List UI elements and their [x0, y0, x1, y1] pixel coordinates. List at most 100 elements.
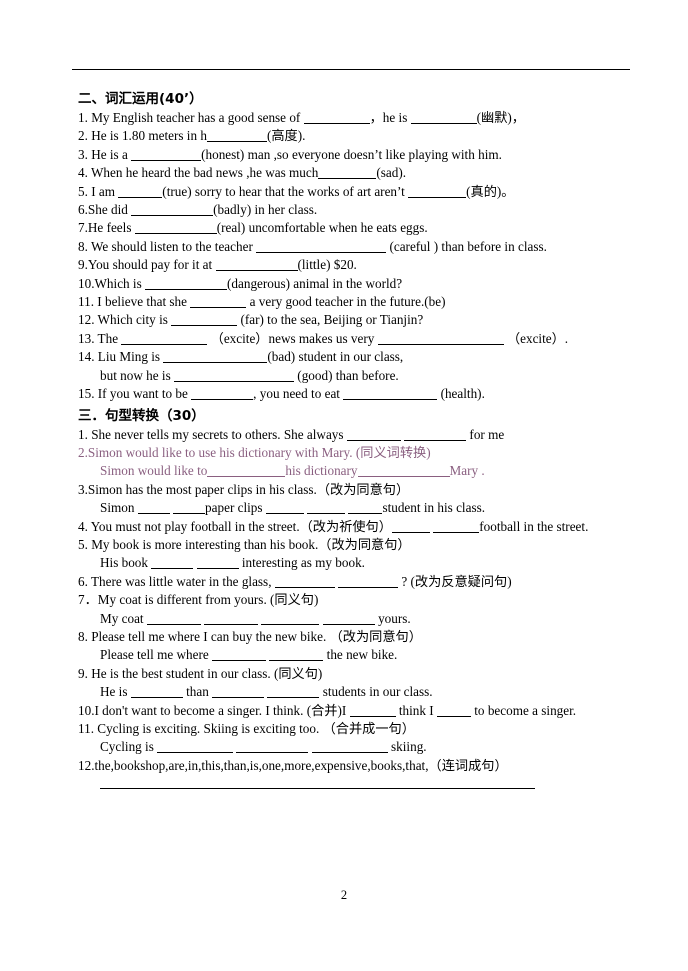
answer-blank[interactable] [131, 148, 202, 161]
question-line-s6: 6. There was little water in the glass, … [78, 573, 638, 591]
question-text: 5. I am [78, 183, 119, 199]
question-text: (honest) man ,so everyone doesn’t like p… [201, 146, 502, 162]
section-vocabulary: 二、词汇运用(40’） 1. My English teacher has a g… [78, 90, 638, 404]
question-text: for me [466, 426, 505, 442]
answer-blank[interactable] [174, 369, 294, 382]
answer-blank[interactable] [173, 501, 206, 515]
question-text: 14. Liu Ming is [78, 349, 164, 365]
answer-blank[interactable] [196, 556, 239, 570]
question-text: (careful ) than before in class. [386, 238, 547, 254]
question-text: (badly) in her class. [213, 202, 318, 218]
answer-blank[interactable] [212, 685, 265, 699]
question-text: yours. [374, 610, 411, 626]
question-line-s10: 10.I don't want to become a singer. I th… [78, 702, 638, 720]
question-text: 12. Which city is [78, 312, 172, 328]
question-line-v3: 3. He is a (honest) man ,so everyone doe… [78, 146, 638, 164]
question-line-s3b: Simon paper clips student in his class. [78, 499, 638, 517]
answer-blank[interactable] [343, 387, 438, 401]
question-text: skiing. [387, 739, 427, 755]
answer-blank[interactable] [121, 332, 208, 345]
question-line-s8: 8. Please tell me where I can buy the ne… [78, 628, 638, 646]
answer-blank[interactable] [118, 185, 163, 198]
answer-blank[interactable] [212, 648, 267, 662]
answer-blank[interactable] [157, 740, 234, 754]
answer-blank[interactable] [311, 740, 388, 754]
answer-blank[interactable] [348, 501, 383, 515]
question-line-s5b: His book interesting as my book. [78, 554, 638, 572]
answer-blank[interactable] [265, 501, 304, 515]
question-text: 1. She never tells my secrets to others.… [78, 426, 347, 442]
question-text: （excite）. [503, 330, 569, 346]
answer-blank[interactable] [338, 575, 399, 588]
answer-blank[interactable] [191, 387, 254, 401]
answer-blank[interactable] [134, 221, 217, 235]
question-text: interesting as my book. [238, 555, 365, 571]
question-line-v10: 10.Which is (dangerous) animal in the wo… [78, 275, 638, 293]
answer-blank[interactable] [436, 704, 471, 717]
question-line-s8b: Please tell me where the new bike. [78, 646, 638, 664]
answer-blank[interactable] [206, 129, 267, 143]
answer-blank[interactable] [269, 648, 324, 662]
answer-blank[interactable] [408, 185, 467, 198]
question-text: student in his class. [382, 500, 486, 516]
answer-blank[interactable] [130, 685, 183, 699]
question-line-s2: 2.Simon would like to use his dictionary… [78, 444, 638, 462]
question-text: ，he is [369, 110, 411, 125]
answer-write-line[interactable] [100, 788, 535, 790]
question-line-s9: 9. He is the best student in our class. … [78, 665, 638, 683]
answer-blank[interactable] [236, 740, 309, 754]
question-text: 10.I don't want to become a singer. I th… [78, 702, 350, 718]
question-text: 2. He is 1.80 meters in h [78, 128, 207, 144]
answer-blank[interactable] [274, 575, 335, 588]
question-text: ? (改为反意疑问句) [398, 573, 512, 589]
question-line-s2b: Simon would like to his dictionary Mary . [78, 462, 638, 480]
question-text: to become a singer. [470, 702, 577, 718]
answer-blank[interactable] [145, 277, 228, 290]
answer-blank[interactable] [171, 313, 238, 327]
answer-blank[interactable] [349, 704, 396, 717]
question-text: 11. I believe that she [78, 294, 191, 310]
answer-blank[interactable] [410, 111, 477, 124]
question-text: (高度). [266, 128, 306, 144]
answer-blank[interactable] [190, 295, 247, 309]
question-line-v13: 13. The （excite）news makes us very （exci… [78, 330, 638, 348]
answer-blank[interactable] [207, 464, 286, 478]
question-text: （excite）news makes us very [207, 330, 378, 346]
answer-blank[interactable] [433, 520, 480, 533]
answer-blank[interactable] [404, 428, 467, 441]
question-line-v8: 8. We should listen to the teacher (care… [78, 238, 638, 256]
answer-blank[interactable] [346, 428, 401, 441]
question-line-s11: 11. Cycling is exciting. Skiing is excit… [78, 720, 638, 738]
answer-blank[interactable] [146, 612, 201, 625]
answer-blank[interactable] [151, 556, 194, 570]
answer-blank[interactable] [267, 685, 320, 699]
answer-blank[interactable] [303, 111, 370, 124]
answer-blank[interactable] [256, 240, 387, 253]
answer-blank[interactable] [377, 332, 504, 345]
question-line-s7: 7．My coat is different from yours. (同义句) [78, 591, 638, 609]
question-line-v6: 6.She did (badly) in her class. [78, 201, 638, 219]
question-line-s9b: He is than students in our class. [78, 683, 638, 701]
answer-blank[interactable] [357, 464, 450, 478]
section-heading: 二、词汇运用(40’） [78, 91, 203, 107]
question-text: (far) to the sea, Beijing or Tianjin? [237, 312, 424, 328]
question-text: 8. We should listen to the teacher [78, 238, 257, 254]
answer-blank[interactable] [137, 501, 170, 515]
question-text: His book [100, 555, 152, 571]
question-text: 4. When he heard the bad news ,he was mu… [78, 165, 319, 181]
answer-blank[interactable] [204, 612, 259, 625]
answer-blank[interactable] [163, 350, 268, 364]
answer-blank[interactable] [322, 612, 375, 625]
question-line-v1: 1. My English teacher has a good sense o… [78, 109, 638, 127]
question-text: a very good teacher in the future.(be) [246, 294, 446, 310]
question-text: (幽默)， [476, 110, 525, 125]
question-text: (真的)。 [466, 183, 515, 199]
answer-blank[interactable] [261, 612, 320, 625]
answer-blank[interactable] [391, 520, 430, 533]
question-text: 7.He feels [78, 220, 135, 236]
answer-blank[interactable] [215, 258, 298, 272]
answer-blank[interactable] [131, 203, 214, 217]
answer-blank[interactable] [307, 501, 346, 515]
question-text: 7．My coat is different from yours. (同义句) [78, 592, 319, 608]
answer-blank[interactable] [318, 166, 377, 180]
